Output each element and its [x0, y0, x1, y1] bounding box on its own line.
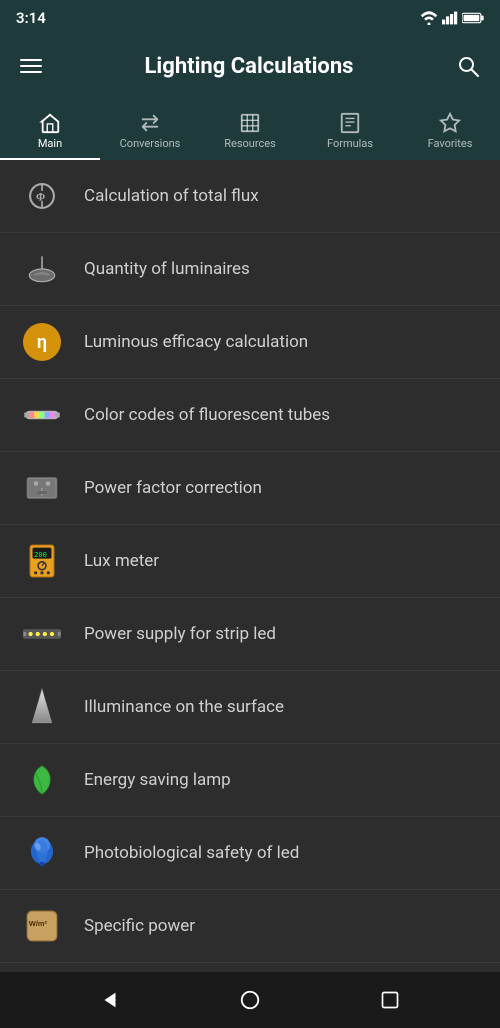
svg-text:W/m²: W/m²: [29, 919, 48, 928]
tab-formulas-label: Formulas: [327, 137, 373, 150]
list-item-illuminance[interactable]: Illuminance on the surface: [0, 671, 500, 744]
list-item-photobiological[interactable]: Photobiological safety of led: [0, 817, 500, 890]
app-bar: Lighting Calculations: [0, 36, 500, 96]
efficacy-icon: η: [20, 320, 64, 364]
home-icon: [39, 112, 61, 134]
circle-icon: [239, 989, 261, 1011]
list-item-luminaires[interactable]: Quantity of luminaires: [0, 233, 500, 306]
capacitor-icon: [20, 466, 64, 510]
specific-power-label: Specific power: [84, 916, 195, 936]
photobiological-label: Photobiological safety of led: [84, 843, 299, 863]
status-bar: 3:14: [0, 0, 500, 36]
strip-icon: [20, 612, 64, 656]
illuminance-label: Illuminance on the surface: [84, 697, 284, 717]
back-button[interactable]: [94, 984, 126, 1016]
resources-icon: [239, 112, 261, 134]
cone-icon: [20, 685, 64, 729]
svg-text:Φ: Φ: [36, 191, 45, 203]
conversions-icon: [139, 112, 161, 134]
tab-main[interactable]: Main: [0, 104, 100, 158]
tab-conversions-label: Conversions: [120, 137, 181, 150]
eta-badge: η: [23, 323, 61, 361]
power-factor-label: Power factor correction: [84, 478, 262, 498]
tab-conversions[interactable]: Conversions: [100, 104, 200, 158]
list-item-flux[interactable]: Φ Calculation of total flux: [0, 160, 500, 233]
strip-led-label: Power supply for strip led: [84, 624, 276, 644]
tube-icon: [20, 393, 64, 437]
formulas-icon: [339, 112, 361, 134]
flux-label: Calculation of total flux: [84, 186, 259, 206]
bulb-blue-icon: [20, 831, 64, 875]
luminaire-icon: [20, 247, 64, 291]
leaf-icon: [20, 758, 64, 802]
recents-button[interactable]: [374, 984, 406, 1016]
watt-icon: W/m²: [20, 904, 64, 948]
list-item-color-codes[interactable]: Color codes of fluorescent tubes: [0, 379, 500, 452]
energy-saving-label: Energy saving lamp: [84, 770, 231, 790]
multimeter-icon: 200: [20, 539, 64, 583]
bottom-nav: [0, 972, 500, 1028]
app-title: Lighting Calculations: [62, 54, 436, 79]
main-list: Φ Calculation of total flux Quantity of …: [0, 160, 500, 972]
status-icons: [420, 11, 484, 25]
tab-favorites-label: Favorites: [428, 137, 473, 150]
list-item-specific-power[interactable]: W/m² Specific power: [0, 890, 500, 963]
signal-icon: [442, 11, 458, 25]
flux-icon: Φ: [20, 174, 64, 218]
tab-main-label: Main: [38, 137, 62, 150]
list-item-efficacy[interactable]: η Luminous efficacy calculation: [0, 306, 500, 379]
back-icon: [99, 989, 121, 1011]
list-item-power-factor[interactable]: Power factor correction: [0, 452, 500, 525]
tab-resources[interactable]: Resources: [200, 104, 300, 158]
tab-bar: Main Conversions Resources: [0, 96, 500, 160]
status-time: 3:14: [16, 9, 46, 27]
color-codes-label: Color codes of fluorescent tubes: [84, 405, 330, 425]
square-icon: [380, 990, 400, 1010]
lux-meter-label: Lux meter: [84, 551, 159, 571]
list-item-energy-saving[interactable]: Energy saving lamp: [0, 744, 500, 817]
search-button[interactable]: [448, 46, 488, 86]
battery-icon: [462, 12, 484, 24]
search-icon: [456, 54, 480, 78]
tab-favorites[interactable]: Favorites: [400, 104, 500, 158]
luminaires-label: Quantity of luminaires: [84, 259, 250, 279]
favorites-icon: [439, 112, 461, 134]
tab-formulas[interactable]: Formulas: [300, 104, 400, 158]
list-item-lux-meter[interactable]: 200 Lux meter: [0, 525, 500, 598]
list-item-strip-led[interactable]: Power supply for strip led: [0, 598, 500, 671]
menu-button[interactable]: [12, 51, 50, 81]
tab-resources-label: Resources: [224, 137, 276, 150]
home-button[interactable]: [234, 984, 266, 1016]
wifi-icon: [420, 11, 438, 25]
efficacy-label: Luminous efficacy calculation: [84, 332, 308, 352]
svg-text:200: 200: [34, 550, 47, 559]
